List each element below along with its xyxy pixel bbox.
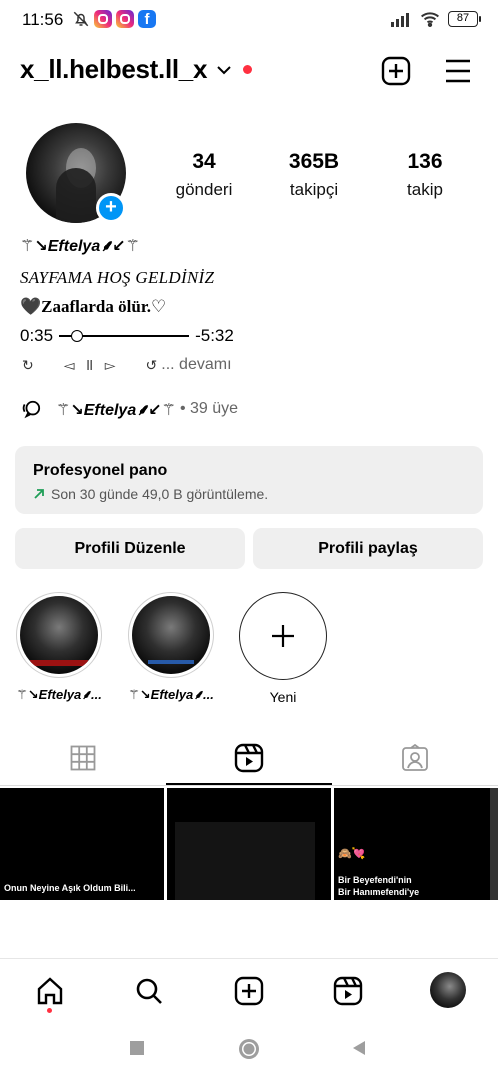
bottom-navigation [0,958,498,1020]
highlight-1[interactable]: ⚚↘Eftelya⸙... [14,592,104,703]
home-icon [37,977,63,1005]
home-notification-dot [47,1008,52,1013]
prev-icon: ◅ [63,356,75,373]
instagram-app-icon [94,10,112,28]
tab-grid[interactable] [0,730,166,786]
dashboard-title: Profesyonel pano [33,462,168,479]
add-story-button[interactable]: + [96,193,126,223]
chevron-down-icon [217,65,231,74]
grid-icon [70,745,96,771]
music-seekbar [59,329,190,343]
profile-avatar[interactable]: + [26,123,126,223]
create-button[interactable] [380,55,412,87]
followers-stat[interactable]: 365B takipçi [259,150,369,200]
trend-up-icon [34,489,44,499]
repeat-icon: ↻ [22,356,34,373]
username: x_ll.helbest.ll_x [20,54,208,84]
plus-icon [239,592,327,680]
share-profile-button[interactable]: Profili paylaş [253,528,483,569]
reel-caption: Bir Beyefendi'nin Bir Hanımefendi'ye [338,875,420,897]
nav-reels[interactable] [330,973,366,1009]
menu-button[interactable] [442,55,474,87]
bell-off-icon [73,11,89,27]
profile-tabs [0,730,498,786]
highlight-cover [132,596,210,674]
back-button[interactable] [351,1040,367,1061]
highlight-2[interactable]: ⚚↘Eftelya⸙... [126,592,216,703]
followers-count: 365B [288,150,340,173]
status-bar: 11:56 f 87 [0,0,498,40]
system-navigation [0,1020,498,1080]
system-status: 87 [390,11,481,27]
circle-icon [239,1039,259,1059]
instagram-app-icon-2 [116,10,134,28]
account-switcher[interactable]: x_ll.helbest.ll_x [20,54,253,85]
edit-profile-button[interactable]: Profili Düzenle [15,528,245,569]
display-name: ⚚↘Eftelya⸙↙⚚ [20,238,140,255]
facebook-app-icon: f [138,10,156,28]
notification-dot [243,65,253,74]
wifi-icon [421,12,439,27]
highlight-label: ⚚↘Eftelya⸙... [16,687,102,702]
plus-square-icon [381,56,411,86]
bio-more-link[interactable]: ... devamı [161,356,231,374]
search-icon [136,978,162,1004]
nav-create[interactable] [231,973,267,1009]
profile-avatar-icon [430,972,466,1008]
music-progress: 0:35 -5:32 [20,326,234,346]
plus-square-icon [234,976,264,1006]
reel-thumbnail-1[interactable]: Onun Neyine Aşık Oldum Bili... [0,788,164,900]
active-tab-indicator [166,783,332,785]
following-count: 136 [407,150,443,173]
recents-button[interactable] [129,1040,145,1061]
hamburger-menu-icon [446,59,470,83]
following-label: takip [407,180,443,199]
bio-line-1: SAYFAMA HOŞ GELDİNİZ [20,268,215,287]
pause-icon: ll [86,357,93,373]
music-controls: ↻ ◅ ll ▻ ↺ ... devamı [22,356,232,374]
new-highlight-button[interactable]: Yeni [238,592,328,705]
reel-caption: Onun Neyine Aşık Oldum Bili... [4,883,136,893]
tagged-icon [402,744,428,771]
reel-thumbnail-3[interactable]: 🙈💘 Bir Beyefendi'nin Bir Hanımefendi'ye [334,788,498,900]
nav-profile[interactable] [429,971,467,1009]
dashboard-views: Son 30 günde 49,0 B görüntüleme. [51,486,269,502]
channel-name: ⚚↘Eftelya⸙↙⚚ [56,402,176,419]
reel-thumbnail-2[interactable] [167,788,331,900]
back-triangle-icon [353,1041,365,1055]
channel-icon [22,400,41,419]
status-time: 11:56 [22,10,64,29]
reels-icon [333,976,363,1006]
channel-members: • 39 üye [179,400,239,417]
professional-dashboard[interactable]: Profesyonel pano Son 30 günde 49,0 B gör… [15,446,483,514]
highlight-label: ⚚↘Eftelya⸙... [128,687,214,702]
tab-reels[interactable] [166,730,332,786]
battery-indicator: 87 [448,11,481,27]
notification-icons: f [72,10,156,28]
shuffle-icon: ↺ [145,356,158,373]
music-remaining: -5:32 [195,326,234,345]
broadcast-channel[interactable]: ⚚↘Eftelya⸙↙⚚ • 39 üye [20,398,238,420]
nav-search[interactable] [131,973,167,1009]
dashboard-subtitle: Son 30 günde 49,0 B görüntüleme. [33,486,268,502]
home-button[interactable] [237,1037,261,1066]
following-stat[interactable]: 136 takip [370,150,480,200]
new-highlight-label: Yeni [269,689,297,705]
square-icon [130,1041,144,1055]
posts-count: 34 [192,150,216,173]
tab-tagged[interactable] [332,730,498,786]
signal-icon [391,13,409,27]
posts-stat[interactable]: 34 gönderi [149,150,259,200]
bio-line-2: 🖤Zaaflаrda ölür.♡ [20,297,167,316]
followers-label: takipçi [289,180,339,199]
reels-icon [234,743,264,773]
posts-label: gönderi [175,180,233,199]
music-elapsed: 0:35 [20,326,54,345]
reel-emoji: 🙈💘 [338,848,366,860]
next-icon: ▻ [104,356,116,373]
highlight-cover [20,596,98,674]
nav-home[interactable] [32,973,68,1009]
